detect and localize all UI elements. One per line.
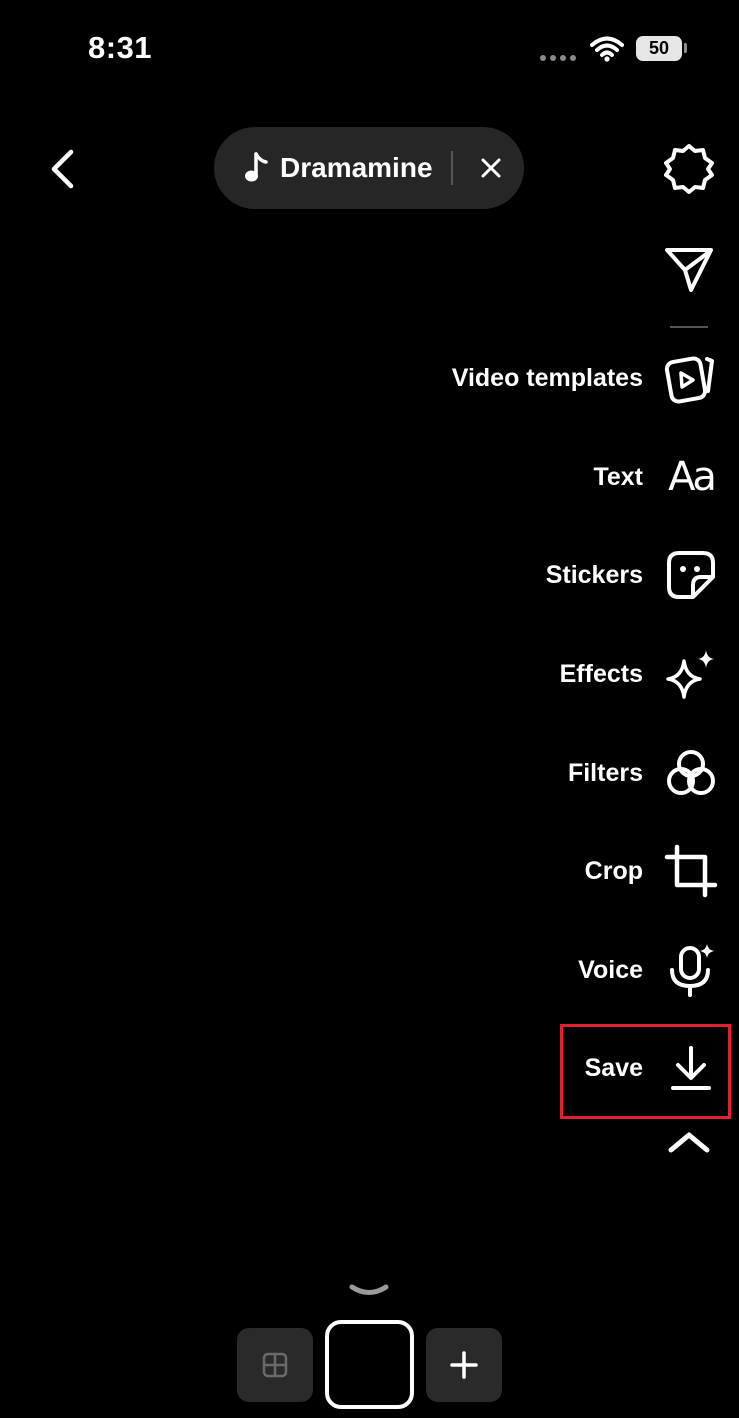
tool-label: Stickers (545, 560, 643, 589)
tool-stickers[interactable]: Stickers (546, 545, 719, 605)
voice-icon (663, 942, 719, 998)
chevron-up-icon (668, 1132, 710, 1153)
pill-divider (451, 151, 453, 185)
save-highlight-box (560, 1024, 731, 1119)
tool-label: Text (593, 462, 643, 491)
sparkles-icon (663, 646, 719, 702)
clip-thumbnail[interactable] (325, 1320, 414, 1409)
remove-sound-button[interactable] (470, 147, 512, 189)
battery-level: 50 (648, 38, 670, 58)
battery-icon: 50 (636, 36, 682, 61)
settings-button[interactable] (660, 140, 718, 198)
editor-screen: 8:31 50 Dramamine Video templates Text A… (0, 0, 739, 1418)
gear-icon (664, 144, 714, 194)
plus-icon (450, 1351, 478, 1379)
tool-effects[interactable]: Effects (560, 644, 719, 704)
sound-name: Dramamine (280, 152, 433, 183)
crop-icon (663, 843, 719, 899)
wifi-icon (590, 36, 624, 67)
status-time: 8:31 (88, 30, 153, 65)
add-clip-button[interactable] (426, 1328, 502, 1402)
drawer-handle[interactable] (348, 1282, 390, 1300)
battery-cap (684, 43, 687, 53)
tool-filters[interactable]: Filters (568, 743, 719, 803)
tool-label: Crop (584, 856, 643, 885)
cellular-signal-icon (540, 55, 576, 61)
close-icon (481, 158, 501, 178)
tool-crop[interactable]: Crop (585, 841, 719, 901)
tool-label: Filters (567, 758, 643, 787)
tool-text[interactable]: Text Aa (593, 447, 719, 507)
side-divider (670, 326, 708, 328)
tool-label: Voice (578, 955, 643, 984)
clip-grid-button[interactable] (237, 1328, 313, 1402)
tool-video-templates[interactable]: Video templates (452, 348, 719, 408)
tool-label: Video templates (451, 363, 643, 392)
sticker-icon (663, 547, 719, 603)
send-button[interactable] (660, 240, 718, 298)
back-button[interactable] (40, 145, 84, 193)
paper-plane-icon (665, 248, 713, 292)
chevron-left-icon (51, 149, 74, 189)
sound-pill[interactable]: Dramamine (214, 127, 524, 209)
text-aa-icon: Aa (668, 454, 717, 500)
tool-voice[interactable]: Voice (578, 940, 719, 1000)
chevron-down-icon (349, 1284, 389, 1295)
music-note-icon (245, 152, 268, 182)
grid-icon (262, 1352, 288, 1378)
filters-icon (663, 745, 719, 801)
collapse-tools-button[interactable] (664, 1124, 714, 1160)
tool-label: Effects (559, 659, 643, 688)
video-templates-icon (663, 350, 719, 406)
